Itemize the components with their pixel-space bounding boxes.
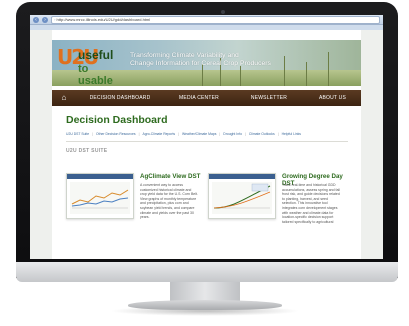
separator: | xyxy=(219,132,221,136)
desc-line: tailored specifically to agricultural xyxy=(282,219,334,224)
subnav-u2u-suite[interactable]: U2U DST Suite xyxy=(66,132,89,136)
address-text: http://www.mrcc.illinois.edu/U2U/gdd/das… xyxy=(56,16,151,22)
separator: | xyxy=(277,132,279,136)
separator: | xyxy=(178,132,179,136)
separator: | xyxy=(138,132,140,136)
subnav: U2U DST Suite | Other Decision Resources |… xyxy=(66,132,348,136)
suite-heading: U2U DST SUITE xyxy=(66,148,108,154)
tagline-line1: Transforming Climate Variability and xyxy=(130,52,239,59)
site-tagline: Transforming Climate Variability and Cha… xyxy=(130,52,340,68)
browser-toolbar: ‹ › ◦ http://www.mrcc.illinois.edu/U2U/g… xyxy=(30,15,383,25)
site-background: U2U useful to usable Transforming Climat… xyxy=(30,30,383,259)
desc-line: soybean yield trends, and compare xyxy=(140,205,195,210)
nav-media-center[interactable]: MEDIA CENTER xyxy=(164,95,234,101)
agclimate-thumbnail-chart xyxy=(70,182,130,214)
subnav-drought-info[interactable]: Drought Info xyxy=(223,132,242,136)
tagline-line2: Change Information for Cereal Crop Produ… xyxy=(130,60,271,67)
separator: | xyxy=(244,132,246,136)
logo-line1: useful xyxy=(78,48,114,62)
site-logo[interactable]: U2U useful to usable xyxy=(57,44,119,86)
tool-cards: AgClimate View DST A convenient way to a… xyxy=(66,169,348,249)
gdd-description: Track real-time and historical GDD accum… xyxy=(282,183,346,224)
page-title: Decision Dashboard xyxy=(66,114,168,126)
agclimate-title[interactable]: AgClimate View DST xyxy=(140,173,200,180)
agclimate-screenshot[interactable] xyxy=(66,173,134,219)
grass-stalk xyxy=(240,66,241,86)
nav-decision-dashboard[interactable]: DECISION DASHBOARD xyxy=(76,95,164,101)
divider xyxy=(66,141,348,142)
desc-line: integrates corn development stages xyxy=(282,205,338,210)
subnav-helpful-links[interactable]: Helpful Links xyxy=(282,132,301,136)
back-icon[interactable]: ‹ xyxy=(33,16,39,23)
logo-line2: to usable xyxy=(78,63,113,86)
main-nav: ⌂ DECISION DASHBOARD MEDIA CENTER NEWSLE… xyxy=(52,90,361,106)
monitor-chin xyxy=(16,262,398,282)
subnav-climate-outlooks[interactable]: Climate Outlooks xyxy=(249,132,275,136)
screenshot-header xyxy=(209,174,275,179)
screen: ‹ › ◦ http://www.mrcc.illinois.edu/U2U/g… xyxy=(30,15,383,259)
monitor-stand-base xyxy=(128,300,282,310)
camera-icon xyxy=(221,10,225,14)
nav-newsletter[interactable]: NEWSLETTER xyxy=(234,95,304,101)
subnav-weather-maps[interactable]: Weather/Climate Maps xyxy=(182,132,216,136)
agclimate-description: A convenient way to access customized hi… xyxy=(140,183,200,220)
subnav-other-resources[interactable]: Other Decision Resources xyxy=(96,132,136,136)
screenshot-header xyxy=(67,174,133,179)
subnav-agro-climate-reports[interactable]: Agro-Climate Reports xyxy=(142,132,175,136)
gdd-thumbnail-chart xyxy=(212,182,272,214)
header-banner: U2U useful to usable Transforming Climat… xyxy=(52,40,361,86)
nav-about-us[interactable]: ABOUT US xyxy=(304,95,361,101)
separator: | xyxy=(92,132,94,136)
forward-icon[interactable]: › xyxy=(42,16,48,23)
main-content: Decision Dashboard U2U DST Suite | Other … xyxy=(66,114,348,224)
desc-line: years. xyxy=(140,215,150,220)
gdd-screenshot[interactable] xyxy=(208,173,276,219)
page-container: U2U useful to usable Transforming Climat… xyxy=(52,30,361,259)
home-icon[interactable]: ⌂ xyxy=(52,90,76,106)
address-bar[interactable]: ◦ http://www.mrcc.illinois.edu/U2U/gdd/d… xyxy=(51,15,380,24)
